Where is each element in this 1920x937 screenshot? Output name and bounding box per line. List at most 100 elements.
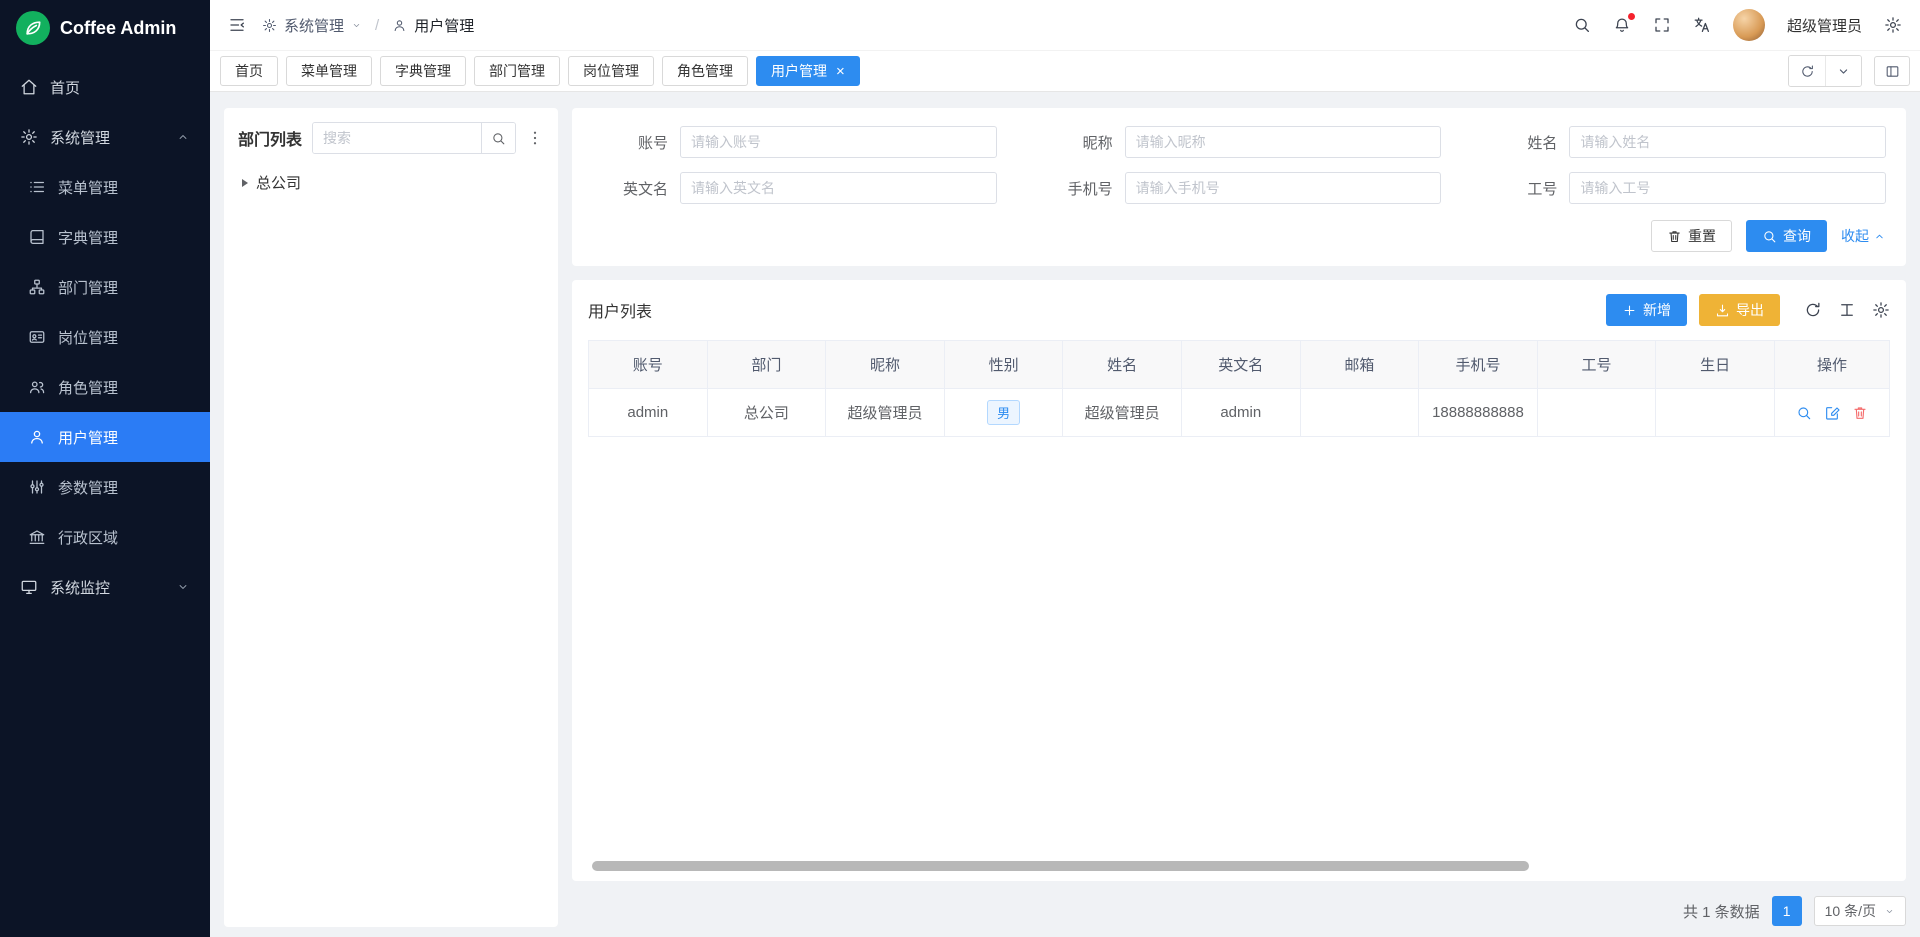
sidebar-item-label: 用户管理 [58,427,118,448]
department-search-input[interactable] [313,123,481,153]
sidebar-item-role-mgmt[interactable]: 角色管理 [0,362,210,412]
translate-icon[interactable] [1693,16,1711,34]
column-settings-icon[interactable] [1838,301,1856,319]
sidebar-item-label: 岗位管理 [58,327,118,348]
col-gender: 性别 [944,341,1063,389]
fullscreen-icon[interactable] [1653,16,1671,34]
bank-icon [28,528,46,546]
cell-account: admin [589,389,708,437]
search-icon[interactable] [1573,16,1591,34]
user-name[interactable]: 超级管理员 [1787,15,1862,36]
delete-row-icon[interactable] [1852,405,1868,421]
close-icon[interactable]: × [836,64,845,79]
col-name: 姓名 [1063,341,1182,389]
book-icon [28,228,46,246]
content-fullscreen-icon[interactable] [1874,56,1910,86]
tab-user-mgmt[interactable]: 用户管理 × [756,56,860,86]
table-row[interactable]: admin 总公司 超级管理员 男 超级管理员 admin 1888888888… [589,389,1890,437]
refresh-icon[interactable] [1789,56,1825,86]
tab-post-mgmt[interactable]: 岗位管理 [568,56,654,86]
user-list-title: 用户列表 [588,298,652,322]
header-actions: 超级管理员 [1573,9,1902,41]
phone-input[interactable] [1125,172,1442,204]
sidebar-item-dept-mgmt[interactable]: 部门管理 [0,262,210,312]
plus-icon [1622,303,1637,318]
table-header-row: 账号 部门 昵称 性别 姓名 英文名 邮箱 手机号 工号 生日 操作 [589,341,1890,389]
notification-badge [1628,13,1635,20]
breadcrumb-section[interactable]: 系统管理 [284,15,344,36]
export-button-label: 导出 [1736,300,1764,320]
person-icon [392,18,407,33]
app-logo[interactable]: Coffee Admin [0,0,210,56]
settings-gear-icon[interactable] [1884,16,1902,34]
cell-gender: 男 [944,389,1063,437]
field-phone: 手机号 [1037,172,1442,204]
tree-node-label: 总公司 [256,172,301,193]
tab-label: 部门管理 [489,61,545,81]
field-work-no: 工号 [1481,172,1886,204]
cell-english-name: admin [1181,389,1300,437]
collapse-form-button[interactable]: 收起 [1841,226,1886,246]
sidebar-item-post-mgmt[interactable]: 岗位管理 [0,312,210,362]
field-label: 昵称 [1037,132,1113,153]
chevron-down-icon[interactable] [1825,56,1861,86]
collapse-label: 收起 [1841,226,1869,246]
chevron-up-icon [176,130,190,144]
caret-right-icon[interactable] [242,179,248,187]
horizontal-scrollbar-thumb[interactable] [592,861,1529,871]
avatar[interactable] [1733,9,1765,41]
more-options-icon[interactable] [526,129,544,147]
sidebar-item-dict-mgmt[interactable]: 字典管理 [0,212,210,262]
tab-menu-mgmt[interactable]: 菜单管理 [286,56,372,86]
sidebar-menu: 首页 系统管理 菜单管理 字典管理 部门管理 岗位管理 [0,62,210,937]
home-icon [20,78,38,96]
page-number-button[interactable]: 1 [1772,896,1802,926]
english-name-input[interactable] [680,172,997,204]
reset-button[interactable]: 重置 [1651,220,1732,252]
field-account: 账号 [592,126,997,158]
view-row-icon[interactable] [1796,405,1812,421]
collapse-sidebar-icon[interactable] [228,16,246,34]
sidebar-item-monitor[interactable]: 系统监控 [0,562,210,612]
tab-role-mgmt[interactable]: 角色管理 [662,56,748,86]
tab-dict-mgmt[interactable]: 字典管理 [380,56,466,86]
nickname-input[interactable] [1125,126,1442,158]
sidebar-item-user-mgmt[interactable]: 用户管理 [0,412,210,462]
export-button[interactable]: 导出 [1699,294,1780,326]
col-birthday: 生日 [1656,341,1775,389]
page-size-select[interactable]: 10 条/页 [1814,896,1906,926]
sidebar-item-system[interactable]: 系统管理 [0,112,210,162]
sidebar-item-param-mgmt[interactable]: 参数管理 [0,462,210,512]
chevron-down-icon [351,20,362,31]
sidebar-item-home[interactable]: 首页 [0,62,210,112]
sidebar-item-label: 系统监控 [50,577,110,598]
refresh-table-icon[interactable] [1804,301,1822,319]
department-search-button[interactable] [481,123,515,153]
work-no-input[interactable] [1569,172,1886,204]
user-table: 账号 部门 昵称 性别 姓名 英文名 邮箱 手机号 工号 生日 操作 [588,340,1890,437]
add-user-button[interactable]: 新增 [1606,294,1687,326]
sidebar-item-label: 部门管理 [58,277,118,298]
tree-node-head-office[interactable]: 总公司 [238,170,544,195]
notification-bell-icon[interactable] [1613,16,1631,34]
pagination-total: 共 1 条数据 [1683,901,1760,922]
name-input[interactable] [1569,126,1886,158]
tab-home[interactable]: 首页 [220,56,278,86]
tab-dept-mgmt[interactable]: 部门管理 [474,56,560,86]
table-settings-gear-icon[interactable] [1872,301,1890,319]
org-chart-icon [28,278,46,296]
sliders-icon [28,478,46,496]
sidebar-item-menu-mgmt[interactable]: 菜单管理 [0,162,210,212]
account-input[interactable] [680,126,997,158]
table-actions: 新增 导出 [1606,294,1890,326]
cell-phone: 18888888888 [1419,389,1538,437]
page-size-value: 10 条/页 [1825,901,1876,921]
horizontal-scrollbar [588,861,1890,871]
gender-tag: 男 [987,400,1020,425]
edit-row-icon[interactable] [1824,405,1840,421]
sidebar-item-region-mgmt[interactable]: 行政区域 [0,512,210,562]
sidebar-item-label: 菜单管理 [58,177,118,198]
query-button[interactable]: 查询 [1746,220,1827,252]
monitor-icon [20,578,38,596]
table-empty-space [588,437,1890,853]
